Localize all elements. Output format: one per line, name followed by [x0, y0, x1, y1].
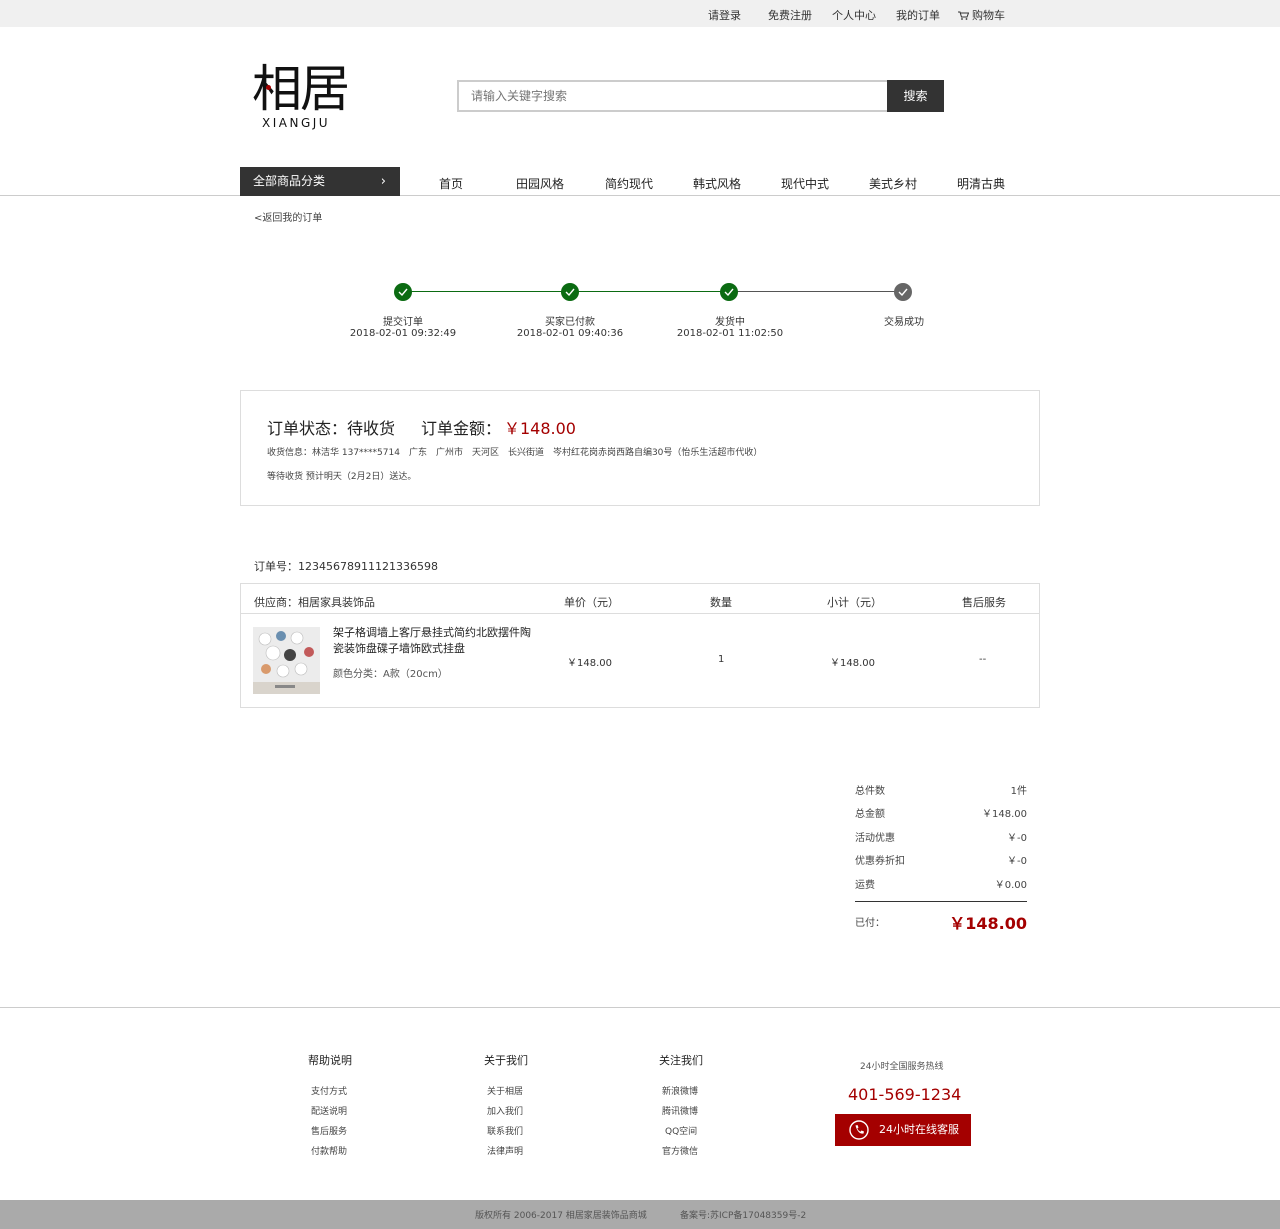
copyright-bar: 版权所有 2006-2017 相居家居装饰品商城 备案号:苏ICP备170483… — [0, 1200, 1280, 1229]
step-1-label: 提交订单 — [383, 317, 423, 328]
top-bar: 请登录 免费注册 个人中心 我的订单 购物车 — [0, 0, 1280, 27]
logo[interactable]: 相居 XIANGJU — [252, 62, 362, 140]
hotline-label: 24小时全国服务热线 — [860, 1062, 944, 1072]
footer-link[interactable]: 官方微信 — [662, 1144, 698, 1157]
footer: 帮助说明 支付方式 配送说明 售后服务 付款帮助 关于我们 关于相居 加入我们 … — [0, 1007, 1280, 1200]
cart-link[interactable]: 购物车 — [958, 7, 1005, 23]
progress-line-pending — [729, 291, 903, 292]
step-3-label: 发货中 — [715, 317, 745, 328]
step-2-check-icon — [561, 283, 579, 301]
footer-link[interactable]: 配送说明 — [311, 1104, 347, 1117]
order-amount-label: 订单金额： — [421, 419, 502, 438]
back-to-orders-link[interactable]: <返回我的订单 — [254, 209, 322, 224]
product-table: 供应商：相居家具装饰品 单价（元） 数量 小计（元） 售后服务 架子格调墙上客厅… — [240, 583, 1040, 708]
delivery-eta: 等待收货 预计明天（2月2日）送达。 — [267, 472, 417, 482]
footer-link[interactable]: 新浪微博 — [662, 1084, 698, 1097]
footer-link[interactable]: 联系我们 — [487, 1124, 523, 1137]
logo-dot — [266, 85, 271, 90]
login-link[interactable]: 请登录 — [708, 7, 741, 23]
product-spec: 颜色分类：A款（20cm） — [333, 669, 448, 680]
footer-follow-title: 关注我们 — [659, 1054, 703, 1067]
row-subtotal: ￥148.00 — [830, 658, 875, 669]
search-button[interactable]: 搜索 — [887, 80, 944, 112]
footer-link[interactable]: 售后服务 — [311, 1124, 347, 1137]
online-service-button[interactable]: 24小时在线客服 — [835, 1114, 971, 1146]
nav-item-american[interactable]: 美式乡村 — [869, 175, 917, 192]
nav-divider — [0, 195, 1280, 196]
footer-link[interactable]: QQ空间 — [665, 1124, 697, 1137]
footer-link[interactable]: 支付方式 — [311, 1084, 347, 1097]
footer-link[interactable]: 付款帮助 — [311, 1144, 347, 1157]
search-input[interactable] — [457, 80, 887, 112]
step-2-label: 买家已付款 — [545, 317, 595, 328]
step-1-time: 2018-02-01 09:32:49 — [349, 328, 457, 339]
all-categories-button[interactable]: 全部商品分类 › — [240, 167, 400, 196]
step-1-check-icon — [394, 283, 412, 301]
nav-item-korean[interactable]: 韩式风格 — [693, 175, 741, 192]
summary-value: ￥148.00 — [982, 809, 1027, 820]
order-status-panel: 订单状态：待收货 订单金额： ￥148.00 收货信息：林洁华 137****5… — [240, 390, 1040, 506]
footer-link[interactable]: 法律声明 — [487, 1144, 523, 1157]
summary-label: 总金额 — [855, 809, 885, 820]
online-service-label: 24小时在线客服 — [879, 1123, 959, 1136]
order-amount-value: ￥148.00 — [504, 419, 576, 438]
step-3-check-icon — [720, 283, 738, 301]
footer-about-title: 关于我们 — [484, 1054, 528, 1067]
step-2-time: 2018-02-01 09:40:36 — [516, 328, 624, 339]
nav-item-modern[interactable]: 简约现代 — [605, 175, 653, 192]
cart-icon — [958, 11, 969, 20]
my-orders-link[interactable]: 我的订单 — [896, 7, 940, 23]
header-after-sale: 售后服务 — [962, 596, 1006, 609]
account-link[interactable]: 个人中心 — [832, 7, 876, 23]
nav-item-classic[interactable]: 明清古典 — [957, 175, 1005, 192]
chevron-right-icon: › — [380, 174, 386, 189]
row-after-sale[interactable]: -- — [979, 654, 986, 665]
logo-en: XIANGJU — [262, 116, 331, 130]
phone-icon — [849, 1120, 869, 1140]
summary-divider — [855, 901, 1027, 902]
summary-value: 1件 — [1010, 786, 1027, 797]
paid-label: 已付： — [855, 918, 885, 929]
nav-item-pastoral[interactable]: 田园风格 — [516, 175, 564, 192]
footer-help-title: 帮助说明 — [308, 1054, 352, 1067]
footer-link[interactable]: 加入我们 — [487, 1104, 523, 1117]
step-3-time: 2018-02-01 11:02:50 — [676, 328, 784, 339]
row-unit-price: ￥148.00 — [567, 658, 612, 669]
shipping-info: 收货信息：林洁华 137****5714 广东 广州市 天河区 长兴街道 岑村红… — [267, 448, 763, 458]
summary-label: 总件数 — [855, 786, 885, 797]
order-status-title: 订单状态：待收货 — [267, 419, 396, 438]
header-qty: 数量 — [710, 596, 732, 609]
order-number: 订单号：12345678911121336598 — [254, 560, 438, 573]
copyright-text: 版权所有 2006-2017 相居家居装饰品商城 — [475, 1211, 647, 1221]
hotline-number: 401-569-1234 — [848, 1085, 962, 1104]
product-thumbnail[interactable] — [253, 627, 320, 694]
summary-value: ￥-0 — [1007, 856, 1027, 867]
step-4-label: 交易成功 — [884, 317, 924, 328]
step-4-check-icon — [894, 283, 912, 301]
icp-text: 备案号:苏ICP备17048359号-2 — [680, 1211, 807, 1221]
register-link[interactable]: 免费注册 — [768, 7, 812, 23]
footer-link[interactable]: 关于相居 — [487, 1084, 523, 1097]
nav-item-chinese[interactable]: 现代中式 — [781, 175, 829, 192]
header-supplier: 供应商：相居家具装饰品 — [254, 596, 375, 609]
summary-label: 活动优惠 — [855, 833, 895, 844]
summary-label: 优惠券折扣 — [855, 856, 905, 867]
nav-item-home[interactable]: 首页 — [439, 175, 463, 192]
product-name-link[interactable]: 架子格调墙上客厅悬挂式简约北欧摆件陶瓷装饰盘碟子墙饰欧式挂盘 — [333, 625, 538, 657]
row-qty: 1 — [718, 654, 725, 665]
table-header-divider — [241, 613, 1039, 614]
header-unit-price: 单价（元） — [564, 596, 619, 609]
summary-value: ￥0.00 — [994, 880, 1027, 891]
all-categories-label: 全部商品分类 — [253, 174, 326, 188]
summary-value: ￥-0 — [1007, 833, 1027, 844]
footer-link[interactable]: 腾讯微博 — [662, 1104, 698, 1117]
summary-label: 运费 — [855, 880, 875, 891]
cart-label: 购物车 — [972, 9, 1005, 22]
paid-value: ￥148.00 — [949, 914, 1027, 933]
header-subtotal: 小计（元） — [827, 596, 882, 609]
